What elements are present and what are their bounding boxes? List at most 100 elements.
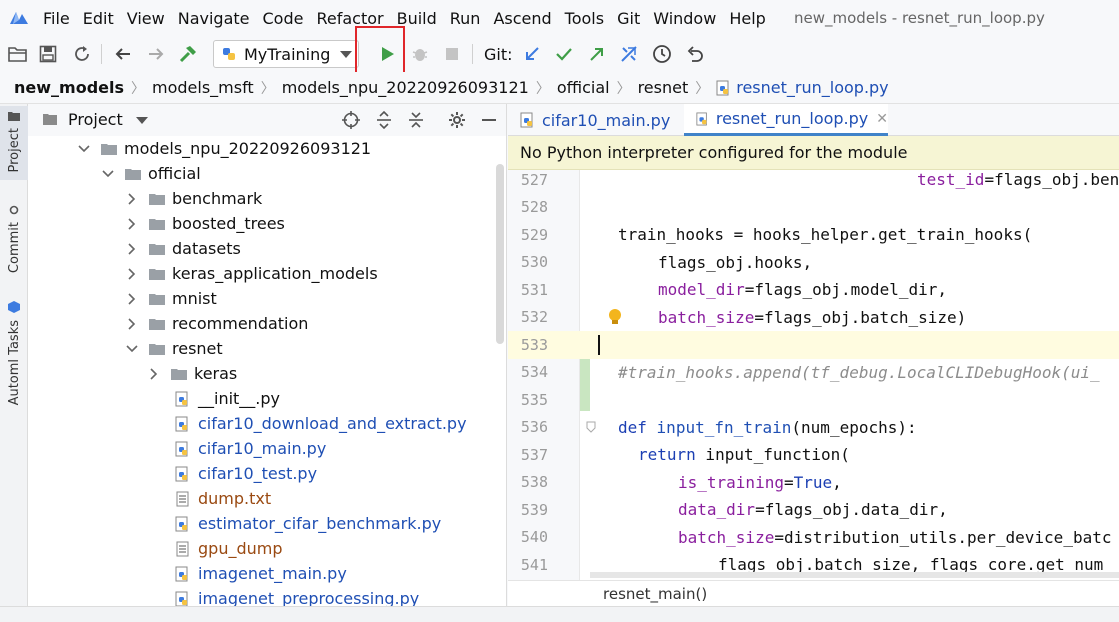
- breadcrumb-item[interactable]: new_models: [14, 78, 124, 97]
- tree-item-file[interactable]: imagenet_main.py: [174, 561, 347, 586]
- menu-edit[interactable]: Edit: [83, 9, 114, 28]
- python-file-icon: [174, 516, 192, 532]
- collapse-all-icon[interactable]: [405, 109, 427, 131]
- debug-bug-icon: [412, 49, 428, 61]
- chevron-down-icon[interactable]: [102, 168, 114, 180]
- project-tool-tab[interactable]: Project: [0, 106, 28, 180]
- code-line: 528: [508, 194, 1119, 222]
- forward-arrow-icon[interactable]: [144, 42, 168, 66]
- sync-icon[interactable]: [70, 42, 94, 66]
- close-icon[interactable]: ✕: [876, 111, 888, 127]
- locate-target-icon[interactable]: [340, 109, 362, 131]
- tab-cifar10-main[interactable]: cifar10_main.py: [508, 104, 684, 136]
- menu-ascend[interactable]: Ascend: [493, 9, 551, 28]
- commit-tool-tab[interactable]: Commit: [0, 202, 28, 276]
- chevron-right-icon[interactable]: [126, 192, 138, 205]
- breadcrumb-item[interactable]: models_npu_20220926093121: [282, 78, 529, 97]
- tree-item-folder[interactable]: recommendation: [126, 311, 308, 336]
- menu-tools[interactable]: Tools: [565, 9, 604, 28]
- git-commit-check-icon[interactable]: [552, 42, 576, 66]
- tree-item-folder[interactable]: mnist: [126, 286, 217, 311]
- breadcrumb-separator: 〉: [260, 80, 275, 97]
- tree-item-file[interactable]: cifar10_test.py: [174, 461, 317, 486]
- code-area[interactable]: 527 test_id=flags_obj.ben 528 529 train_…: [508, 170, 1119, 580]
- fold-icon[interactable]: [586, 421, 596, 433]
- tree-item-file[interactable]: cifar10_download_and_extract.py: [174, 411, 467, 436]
- chevron-right-icon[interactable]: [126, 242, 138, 255]
- tree-item-folder[interactable]: datasets: [126, 236, 241, 261]
- tab-label: cifar10_main.py: [542, 110, 671, 130]
- line-number: 531: [520, 280, 548, 299]
- git-merge-icon[interactable]: [617, 42, 641, 66]
- tree-item-file[interactable]: gpu_dump: [174, 536, 283, 561]
- line-number: 541: [520, 555, 548, 574]
- tab-resnet-run-loop[interactable]: resnet_run_loop.py ✕: [684, 104, 888, 136]
- tree-item-label: cifar10_download_and_extract.py: [198, 414, 467, 433]
- run-configuration-dropdown[interactable]: MyTraining: [213, 40, 359, 68]
- back-arrow-icon[interactable]: [111, 42, 135, 66]
- breadcrumb-item[interactable]: official: [557, 78, 610, 97]
- folder-icon: [148, 291, 166, 307]
- folder-icon: [124, 166, 142, 182]
- project-panel-title[interactable]: Project: [68, 110, 123, 129]
- git-push-icon[interactable]: [585, 42, 609, 66]
- tree-item-folder[interactable]: keras_application_models: [126, 261, 378, 286]
- line-number: 536: [520, 418, 548, 437]
- tree-item-file[interactable]: estimator_cifar_benchmark.py: [174, 511, 441, 536]
- menu-window[interactable]: Window: [653, 9, 716, 28]
- build-hammer-icon[interactable]: [176, 42, 200, 66]
- menu-code[interactable]: Code: [263, 9, 304, 28]
- history-clock-icon[interactable]: [650, 42, 674, 66]
- gear-icon[interactable]: [446, 109, 468, 131]
- chevron-down-icon[interactable]: [126, 343, 138, 355]
- code-structure-breadcrumb[interactable]: resnet_main(): [508, 580, 1119, 606]
- tree-item-file[interactable]: imagenet_preprocessing.py: [174, 586, 419, 606]
- menu-refactor[interactable]: Refactor: [316, 9, 383, 28]
- tree-item-file[interactable]: cifar10_main.py: [174, 436, 326, 461]
- tree-item-file[interactable]: dump.txt: [174, 486, 271, 511]
- horizontal-scrollbar[interactable]: [590, 572, 1119, 578]
- tree-item-folder[interactable]: resnet: [126, 336, 223, 361]
- tree-item-folder[interactable]: boosted_trees: [126, 211, 285, 236]
- tree-item-folder[interactable]: benchmark: [126, 186, 262, 211]
- chevron-down-icon[interactable]: [136, 117, 148, 124]
- tree-item-folder[interactable]: models_npu_20220926093121: [78, 136, 371, 161]
- save-icon[interactable]: [36, 42, 60, 66]
- menu-navigate[interactable]: Navigate: [178, 9, 250, 28]
- tree-item-label: recommendation: [172, 314, 309, 333]
- chevron-down-icon[interactable]: [78, 143, 90, 155]
- open-folder-icon[interactable]: [6, 42, 30, 66]
- rollback-icon[interactable]: [683, 42, 707, 66]
- menu-view[interactable]: View: [127, 9, 165, 28]
- folder-icon: [148, 266, 166, 282]
- tree-item-folder[interactable]: official: [102, 161, 201, 186]
- tree-item-file[interactable]: __init__.py: [174, 386, 280, 411]
- tree-item-label: imagenet_preprocessing.py: [198, 589, 420, 606]
- menu-run[interactable]: Run: [450, 9, 481, 28]
- menu-git[interactable]: Git: [617, 9, 640, 28]
- expand-all-icon[interactable]: [373, 109, 395, 131]
- menu-build[interactable]: Build: [397, 9, 437, 28]
- chevron-right-icon[interactable]: [126, 267, 138, 280]
- breadcrumb-item[interactable]: resnet: [638, 78, 689, 97]
- debug-button[interactable]: [408, 42, 432, 66]
- window-title: new_models - resnet_run_loop.py: [794, 9, 1045, 27]
- tree-item-folder[interactable]: keras: [148, 361, 237, 386]
- breadcrumb-item[interactable]: models_msft: [152, 78, 254, 97]
- automl-tool-tab[interactable]: Automl Tasks: [0, 298, 28, 408]
- chevron-right-icon[interactable]: [126, 317, 138, 330]
- tree-item-label: mnist: [172, 289, 217, 308]
- menu-help[interactable]: Help: [729, 9, 765, 28]
- hide-panel-icon[interactable]: [478, 109, 500, 131]
- lightbulb-icon[interactable]: [608, 308, 622, 326]
- tree-item-label: boosted_trees: [172, 214, 285, 233]
- chevron-right-icon[interactable]: [126, 217, 138, 230]
- python-file-icon: [174, 466, 192, 482]
- git-update-icon[interactable]: [520, 42, 544, 66]
- stop-button[interactable]: [440, 42, 464, 66]
- breadcrumb-file[interactable]: resnet_run_loop.py: [716, 78, 889, 97]
- menu-file[interactable]: File: [43, 9, 70, 28]
- chevron-right-icon[interactable]: [148, 367, 160, 380]
- chevron-right-icon[interactable]: [126, 292, 138, 305]
- project-scrollbar[interactable]: [496, 164, 504, 344]
